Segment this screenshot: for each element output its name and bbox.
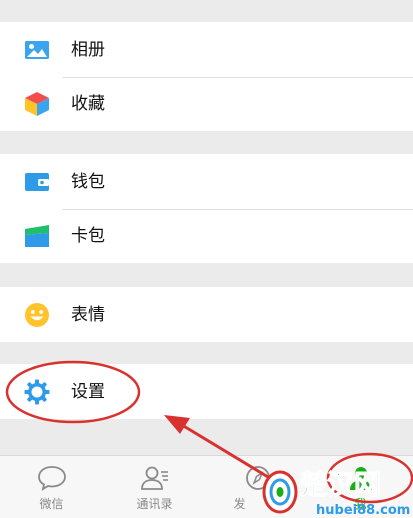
watermark-url: hubei88.com	[316, 503, 410, 517]
watermark-title: 楚汉网	[300, 470, 381, 501]
annotation-arrow-line	[181, 423, 269, 479]
annotation-overlay	[5, 360, 413, 504]
settings-highlight-circle	[5, 360, 141, 424]
watermark-logo: 楚汉网 hubei88.com	[262, 470, 410, 517]
annotation-arrow-head	[164, 415, 190, 434]
